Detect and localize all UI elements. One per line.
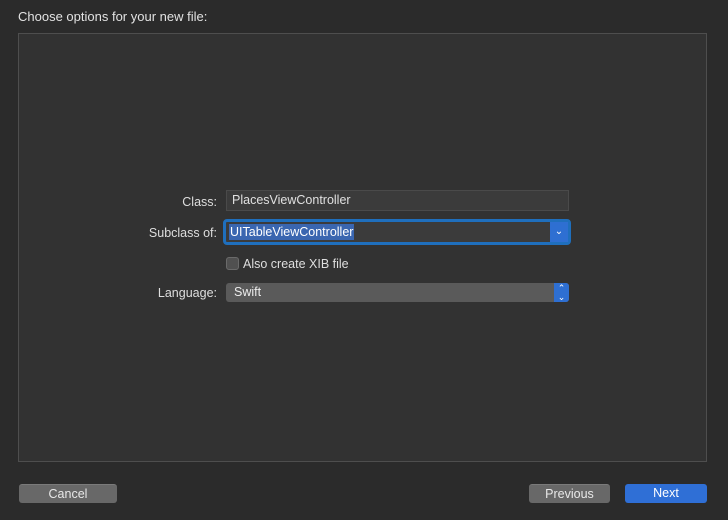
subclass-field[interactable]: UITableViewController (226, 222, 550, 242)
subclass-label: Subclass of: (148, 226, 217, 240)
xib-checkbox-label[interactable]: Also create XIB file (243, 257, 349, 271)
class-name-field[interactable]: PlacesViewController (226, 190, 569, 211)
subclass-selected-text: UITableViewController (229, 224, 355, 240)
xib-checkbox[interactable] (226, 257, 239, 270)
next-button[interactable]: Next (625, 484, 707, 503)
language-popup-button[interactable]: ⌃ ⌄ (554, 283, 569, 302)
language-value: Swift (234, 285, 262, 299)
class-label: Class: (182, 195, 217, 209)
new-file-options-sheet: Choose options for your new file: Class:… (0, 0, 728, 520)
sheet-heading: Choose options for your new file: (18, 9, 208, 24)
chevron-down-icon: ⌄ (554, 226, 564, 237)
previous-button[interactable]: Previous (529, 484, 610, 503)
subclass-dropdown-button[interactable]: ⌄ (550, 222, 568, 242)
options-panel (18, 33, 707, 462)
language-popup[interactable]: Swift ⌃ ⌄ (226, 283, 569, 302)
subclass-combo-box[interactable]: UITableViewController ⌄ (223, 219, 571, 245)
language-label: Language: (157, 286, 217, 300)
up-down-chevron-icon: ⌃ ⌄ (557, 283, 566, 302)
cancel-button[interactable]: Cancel (19, 484, 117, 503)
